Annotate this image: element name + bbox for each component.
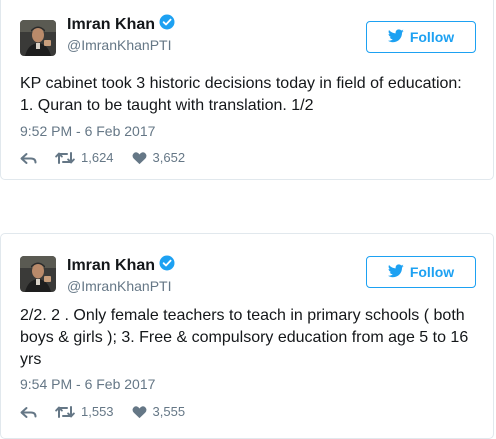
author-row: Imran Khan: [67, 255, 175, 276]
author-name[interactable]: Imran Khan: [67, 257, 155, 275]
tweet-card: Imran Khan @ImranKhanPTI Follow 2/2. 2 .…: [0, 233, 494, 439]
heart-icon: [132, 151, 147, 165]
follow-button[interactable]: Follow: [366, 21, 476, 53]
retweet-count: 1,624: [81, 150, 114, 165]
like-button[interactable]: 3,555: [132, 404, 186, 419]
reply-button[interactable]: [20, 405, 37, 419]
author-handle[interactable]: @ImranKhanPTI: [67, 37, 171, 53]
tweet-card: Imran Khan @ImranKhanPTI Follow KP cabin…: [0, 0, 494, 180]
reply-icon: [20, 151, 37, 165]
author-handle[interactable]: @ImranKhanPTI: [67, 278, 171, 294]
author-name[interactable]: Imran Khan: [67, 16, 155, 34]
avatar-photo: [20, 20, 56, 56]
follow-button[interactable]: Follow: [366, 256, 476, 288]
avatar-photo: [20, 256, 56, 292]
reply-button[interactable]: [20, 151, 37, 165]
like-count: 3,555: [152, 404, 186, 419]
retweet-icon: [55, 151, 75, 165]
verified-badge-icon: [159, 255, 175, 276]
retweet-count: 1,553: [81, 404, 114, 419]
heart-icon: [132, 405, 147, 419]
follow-label: Follow: [409, 29, 455, 45]
tweet-actions: 1,553 3,555: [20, 404, 203, 419]
retweet-button[interactable]: 1,553: [55, 404, 114, 419]
bird-icon: [387, 263, 404, 281]
tweet-timestamp[interactable]: 9:52 PM - 6 Feb 2017: [20, 123, 155, 139]
like-button[interactable]: 3,652: [132, 150, 186, 165]
tweet-actions: 1,624 3,652: [20, 150, 203, 165]
retweet-button[interactable]: 1,624: [55, 150, 114, 165]
tweet-timestamp[interactable]: 9:54 PM - 6 Feb 2017: [20, 376, 155, 392]
avatar[interactable]: [20, 256, 56, 292]
tweet-text: KP cabinet took 3 historic decisions tod…: [20, 75, 462, 114]
avatar[interactable]: [20, 20, 56, 56]
tweet-text: 2/2. 2 . Only female teachers to teach i…: [20, 307, 469, 368]
retweet-icon: [55, 405, 75, 419]
reply-icon: [20, 405, 37, 419]
like-count: 3,652: [152, 150, 186, 165]
author-row: Imran Khan: [67, 14, 175, 35]
follow-label: Follow: [409, 264, 455, 280]
bird-icon: [387, 28, 404, 46]
verified-badge-icon: [159, 14, 175, 35]
